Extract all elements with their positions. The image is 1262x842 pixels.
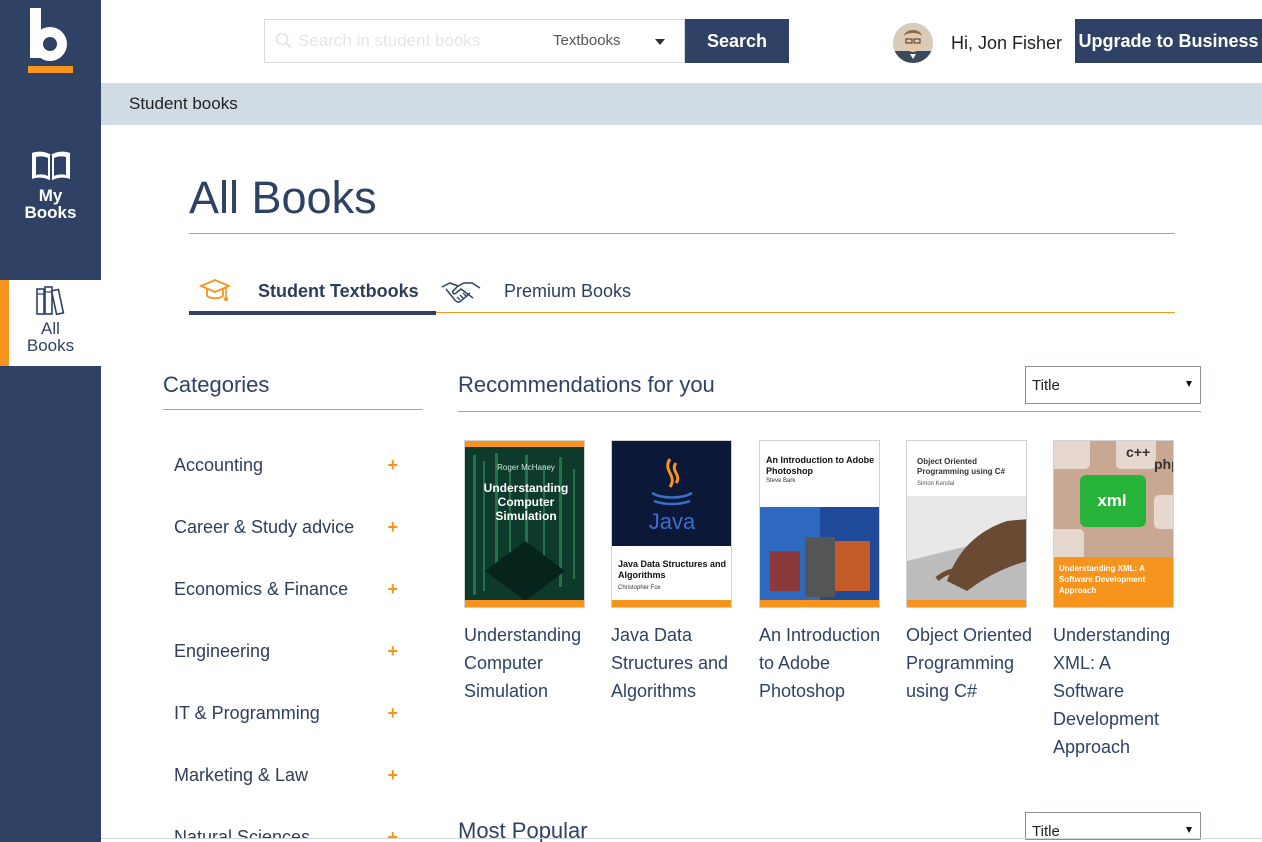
chevron-down-icon <box>655 39 665 45</box>
search-scope-value: Textbooks <box>553 32 621 49</box>
tab-student-textbooks[interactable]: Student Textbooks <box>189 275 436 315</box>
book-cover[interactable]: An Introduction to Adobe Photoshop Steve… <box>759 440 880 608</box>
sidebar: My Books All Books <box>0 0 101 842</box>
breadcrumb[interactable]: Student books <box>129 94 238 114</box>
cover-title: Understanding XML: A Software Developmen… <box>1059 564 1146 595</box>
cover-title: Java Data Structures and Algorithms <box>618 559 727 580</box>
avatar[interactable] <box>893 23 933 63</box>
chevron-down-icon <box>1186 381 1192 387</box>
open-book-icon <box>31 149 71 183</box>
expand-plus-icon[interactable]: + <box>387 765 398 786</box>
sidebar-label-line1: My <box>38 186 63 205</box>
tabs-divider <box>436 312 1175 313</box>
page-title: All Books <box>189 172 377 223</box>
cover-author: Roger McHaney <box>497 463 555 472</box>
book-cover[interactable]: xml c++ php Understanding XML: A Softwar… <box>1053 440 1174 608</box>
tab-premium-books[interactable]: Premium Books <box>440 275 680 315</box>
tab-label: Premium Books <box>504 281 632 301</box>
books-shelf-icon <box>35 286 67 316</box>
cover-author: Christopher Fox <box>618 585 661 591</box>
book-title[interactable]: Object Oriented Programming using C# <box>906 621 1038 705</box>
category-label: IT & Programming <box>174 703 320 723</box>
svg-text:Java: Java <box>649 509 696 534</box>
svg-text:c++: c++ <box>1126 444 1150 460</box>
svg-text:php: php <box>1154 456 1174 472</box>
book-cover[interactable]: Java Java Data Structures and Algorithms… <box>611 440 732 608</box>
user-greeting: Hi, Jon Fisher <box>951 33 1062 54</box>
recommendations-heading: Recommendations for you <box>458 372 715 397</box>
categories-heading: Categories <box>163 372 270 397</box>
sort-value: Title <box>1032 377 1060 394</box>
category-label: Natural Sciences <box>174 827 311 838</box>
search-button[interactable]: Search <box>685 19 789 63</box>
search-icon <box>275 32 293 50</box>
most-popular-sort-dropdown[interactable]: Title <box>1025 812 1201 840</box>
category-economics-finance[interactable]: Economics & Finance + <box>174 579 404 609</box>
search-input[interactable] <box>298 20 543 62</box>
tab-label: Student Textbooks <box>258 281 419 301</box>
book-title[interactable]: Understanding Computer Simulation <box>464 621 596 705</box>
sidebar-item-all-books[interactable]: All Books <box>0 280 101 366</box>
book-card[interactable]: xml c++ php Understanding XML: A Softwar… <box>1053 440 1175 761</box>
greeting-prefix: Hi, <box>951 33 973 53</box>
expand-plus-icon[interactable]: + <box>387 579 398 600</box>
cover-title: An Introduction to Adobe Photoshop <box>766 455 875 476</box>
expand-plus-icon[interactable]: + <box>387 455 398 476</box>
expand-plus-icon[interactable]: + <box>387 517 398 538</box>
viewport-edge <box>101 838 1262 839</box>
category-label: Accounting <box>174 455 264 475</box>
logo-underline <box>28 66 73 73</box>
recommendations-sort-dropdown[interactable]: Title <box>1025 366 1201 404</box>
search-bar: Textbooks <box>264 19 685 63</box>
category-career-study-advice[interactable]: Career & Study advice + <box>174 517 404 547</box>
category-label: Marketing & Law <box>174 765 309 785</box>
cover-author: Steve Bark <box>766 478 796 484</box>
graduation-cap-icon <box>198 277 232 310</box>
category-it-programming[interactable]: IT & Programming + <box>174 703 404 733</box>
book-title[interactable]: Java Data Structures and Algorithms <box>611 621 743 705</box>
book-cover[interactable]: Roger McHaney Understanding Computer Sim… <box>464 440 585 608</box>
expand-plus-icon[interactable]: + <box>387 641 398 662</box>
handshake-icon <box>440 277 482 312</box>
categories-divider <box>163 409 422 410</box>
svg-text:xml: xml <box>1097 491 1126 510</box>
expand-plus-icon[interactable]: + <box>387 703 398 724</box>
book-card[interactable]: Java Java Data Structures and Algorithms… <box>611 440 733 705</box>
title-divider <box>189 233 1175 234</box>
cover-title: Understanding Computer Simulation <box>483 481 569 523</box>
sidebar-label-line1: All <box>41 319 60 338</box>
book-card[interactable]: An Introduction to Adobe Photoshop Steve… <box>759 440 881 705</box>
category-marketing-law[interactable]: Marketing & Law + <box>174 765 404 795</box>
sidebar-label-line2: Books <box>24 203 77 222</box>
breadcrumb-bar: Student books <box>101 83 1262 125</box>
recommendations-divider <box>458 411 1201 412</box>
sidebar-label-line2: Books <box>26 336 75 355</box>
search-scope-dropdown[interactable]: Textbooks <box>553 20 685 62</box>
book-title[interactable]: An Introduction to Adobe Photoshop <box>759 621 891 705</box>
category-label: Engineering <box>174 641 271 661</box>
category-label: Economics & Finance <box>174 579 349 599</box>
book-title[interactable]: Understanding XML: A Software Developmen… <box>1053 621 1185 761</box>
bookboon-logo[interactable] <box>28 8 74 74</box>
expand-plus-icon[interactable]: + <box>387 827 398 838</box>
sidebar-item-my-books[interactable]: My Books <box>0 145 101 245</box>
cover-title: Object Oriented Programming using C# <box>917 457 1006 476</box>
book-cover[interactable]: Object Oriented Programming using C# Sim… <box>906 440 1027 608</box>
user-name[interactable]: Jon Fisher <box>978 33 1062 53</box>
cover-author: Simon Kendal <box>917 481 955 487</box>
category-engineering[interactable]: Engineering + <box>174 641 404 671</box>
chevron-down-icon <box>1186 827 1192 833</box>
book-card[interactable]: Object Oriented Programming using C# Sim… <box>906 440 1032 705</box>
upgrade-button[interactable]: Upgrade to Business <box>1075 19 1262 63</box>
category-label: Career & Study advice <box>174 517 355 537</box>
category-accounting[interactable]: Accounting + <box>174 455 404 485</box>
book-card[interactable]: Roger McHaney Understanding Computer Sim… <box>464 440 586 705</box>
category-natural-sciences[interactable]: Natural Sciences + <box>174 827 404 838</box>
